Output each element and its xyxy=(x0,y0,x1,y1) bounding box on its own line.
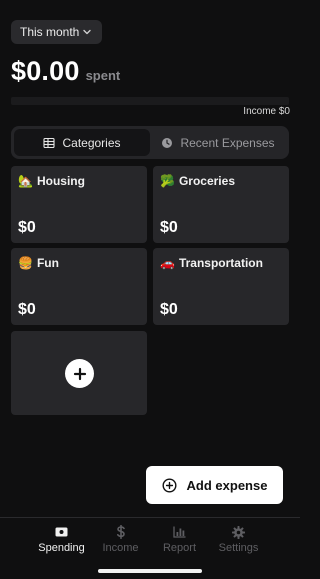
category-tile-groceries[interactable]: 🥦 Groceries $0 xyxy=(153,166,289,243)
spent-summary: $0.00 spent xyxy=(11,56,120,87)
wallet-icon xyxy=(55,525,68,539)
plus-circle-icon xyxy=(162,477,177,493)
category-name: 🚗 Transportation xyxy=(160,256,263,270)
tab-settings[interactable]: Settings xyxy=(209,518,268,579)
category-tile-fun[interactable]: 🍔 Fun $0 xyxy=(11,248,147,325)
category-name: 🏡 Housing xyxy=(18,174,85,188)
add-expense-button[interactable]: Add expense xyxy=(146,466,283,504)
broccoli-icon: 🥦 xyxy=(160,174,175,188)
tab-report-label: Report xyxy=(162,542,197,554)
spent-amount: $0.00 xyxy=(11,56,80,86)
period-dropdown[interactable]: This month xyxy=(11,20,102,44)
tab-spending[interactable]: Spending xyxy=(32,518,91,579)
category-amount: $0 xyxy=(160,219,178,236)
chevron-down-icon xyxy=(83,29,91,35)
tab-spending-label: Spending xyxy=(38,542,85,554)
category-tile-transportation[interactable]: 🚗 Transportation $0 xyxy=(153,248,289,325)
grid-icon xyxy=(43,137,56,148)
category-label: Housing xyxy=(36,174,85,188)
tab-settings-label: Settings xyxy=(218,542,259,554)
dollar-icon xyxy=(116,525,126,539)
add-category-tile[interactable] xyxy=(11,331,147,415)
category-label: Fun xyxy=(36,256,59,270)
category-label: Transportation xyxy=(178,256,263,270)
add-category-button[interactable] xyxy=(65,359,94,388)
tab-recent-expenses[interactable]: Recent Expenses xyxy=(150,129,286,156)
category-amount: $0 xyxy=(160,301,178,318)
category-amount: $0 xyxy=(18,301,36,318)
category-name: 🥦 Groceries xyxy=(160,174,235,188)
car-icon: 🚗 xyxy=(160,256,175,270)
spent-label: spent xyxy=(85,68,121,83)
add-expense-label: Add expense xyxy=(186,477,268,493)
budget-progress-bar xyxy=(11,97,289,105)
tab-categories[interactable]: Categories xyxy=(14,129,150,156)
clock-icon xyxy=(162,137,173,148)
spending-screen: This month $0.00 spent Income $0 Categor… xyxy=(0,0,300,579)
income-note: Income $0 xyxy=(243,106,290,117)
burger-icon: 🍔 xyxy=(18,256,33,270)
view-toggle: Categories Recent Expenses xyxy=(11,126,289,159)
category-label: Groceries xyxy=(178,174,235,188)
period-label: This month xyxy=(20,25,80,39)
home-indicator xyxy=(98,569,202,573)
plus-icon xyxy=(73,367,86,380)
category-tile-housing[interactable]: 🏡 Housing $0 xyxy=(11,166,147,243)
gear-icon xyxy=(232,525,245,539)
bar-chart-icon xyxy=(173,525,186,539)
house-icon: 🏡 xyxy=(18,174,33,188)
category-name: 🍔 Fun xyxy=(18,256,59,270)
tab-recent-expenses-label: Recent Expenses xyxy=(180,135,275,150)
category-amount: $0 xyxy=(18,219,36,236)
tab-categories-label: Categories xyxy=(62,135,121,150)
tab-income-label: Income xyxy=(102,542,139,554)
